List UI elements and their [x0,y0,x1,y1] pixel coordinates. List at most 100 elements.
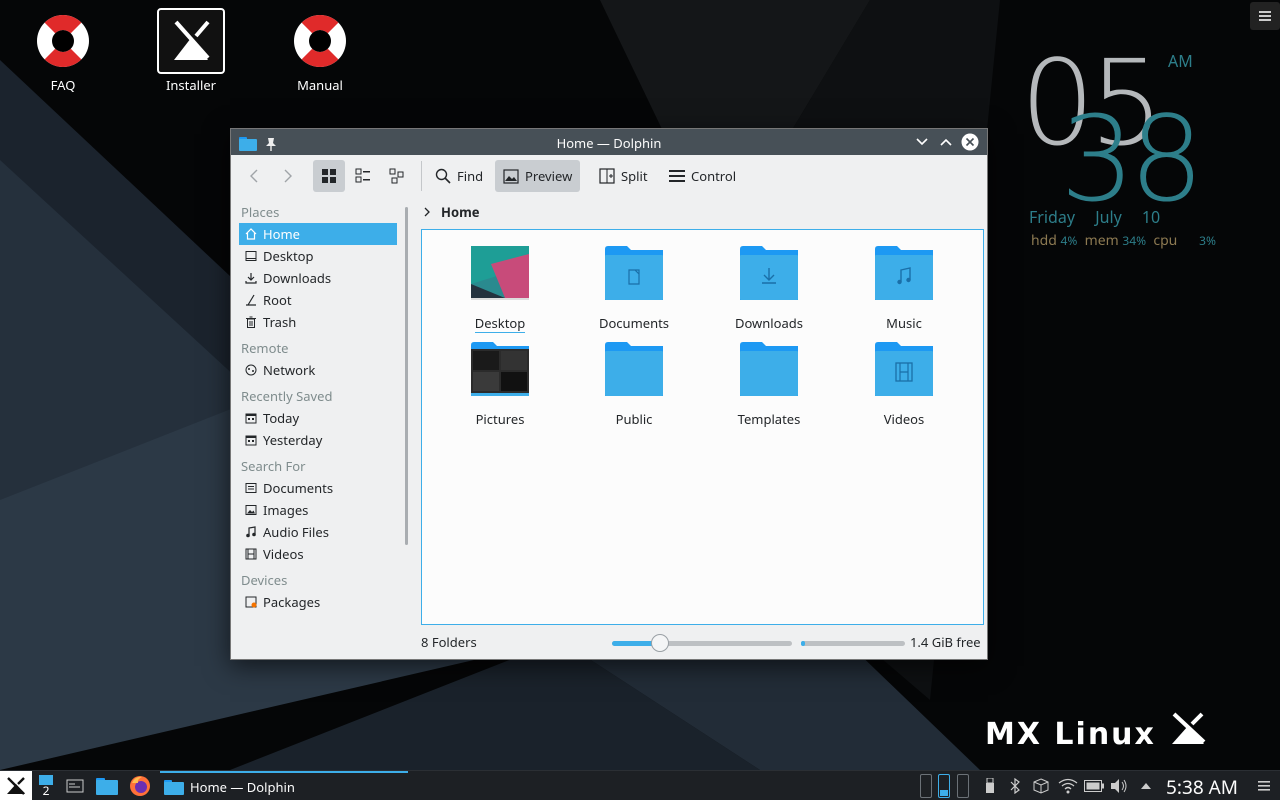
file-item-videos[interactable]: Videos [844,342,964,428]
window-list-icon [66,779,84,793]
mem-value: 34% [1122,232,1147,249]
mx-linux-logo: MX Linux [985,712,1208,752]
volume-tray[interactable] [1109,771,1129,800]
search-icon [435,168,451,184]
battery-tray[interactable] [1083,771,1105,800]
place-search-videos[interactable]: Videos [239,543,397,565]
file-item-pictures[interactable]: Pictures [440,342,560,428]
place-today[interactable]: Today [239,407,397,429]
usb-tray[interactable] [982,771,998,800]
folder-count: 8 Folders [421,633,477,651]
file-item-downloads[interactable]: Downloads [709,246,829,332]
section-recently-saved: Recently Saved [241,387,333,405]
file-name: Documents [598,314,670,332]
network-tray[interactable] [1057,771,1079,800]
split-button[interactable]: Split [591,160,656,192]
desktop-icon-label: Installer [165,76,217,94]
desktop-menu-button[interactable] [1250,2,1280,30]
breadcrumb[interactable]: Home [423,203,480,221]
bluetooth-tray[interactable] [1007,771,1023,800]
place-label: Videos [263,545,304,563]
place-label: Home [263,225,300,243]
places-scrollbar[interactable] [405,207,408,545]
place-packages[interactable]: Packages [239,591,397,613]
file-item-desktop[interactable]: Desktop [440,246,560,333]
file-item-documents[interactable]: Documents [574,246,694,332]
taskbar-clock[interactable]: 5:38 AM [1166,774,1238,800]
pager-desktop-1[interactable] [920,774,932,798]
place-label: Audio Files [263,523,329,541]
clock-date: Friday July 10 [1029,206,1160,228]
bluetooth-icon [1010,778,1020,794]
main-toolbar: Find Preview Split Control [231,155,987,197]
place-root[interactable]: Root [239,289,397,311]
breadcrumb-home[interactable]: Home [441,203,480,221]
folder-icon [164,780,184,795]
place-label: Documents [263,479,334,497]
desktop-icon-manual[interactable]: Manual [275,8,365,94]
panel-menu-button[interactable] [1254,771,1274,800]
start-menu-button[interactable] [0,771,32,800]
window-titlebar[interactable]: Home — Dolphin [231,129,987,155]
file-name: Templates [737,410,801,428]
free-space-bar[interactable] [801,641,905,646]
place-yesterday[interactable]: Yesterday [239,429,397,451]
preview-button[interactable]: Preview [495,160,581,192]
places-panel: Places Home Desktop Downloads Root Trash… [239,201,397,613]
zoom-slider-handle[interactable] [651,634,669,652]
file-manager-launcher[interactable] [94,771,120,800]
details-view-button[interactable] [381,160,413,192]
icons-view-button[interactable] [313,160,345,192]
chevron-up-icon [940,138,952,146]
window-list-launcher[interactable] [62,771,88,800]
desktop-icon-faq[interactable]: FAQ [18,8,108,94]
compact-view-icon [355,168,370,183]
place-downloads[interactable]: Downloads [239,267,397,289]
place-home[interactable]: Home [239,223,397,245]
network-icon [245,364,257,376]
file-item-public[interactable]: Public [574,342,694,428]
wifi-icon [1058,778,1078,794]
maximize-button[interactable] [937,133,955,151]
desktop-thumbnail [471,246,529,300]
section-devices: Devices [241,571,288,589]
firefox-launcher[interactable] [127,771,153,800]
place-network[interactable]: Network [239,359,397,381]
file-item-music[interactable]: Music [844,246,964,332]
close-button[interactable] [961,133,979,151]
minimize-button[interactable] [913,133,931,151]
place-label: Packages [263,593,321,611]
file-name: Downloads [734,314,804,332]
pager-desktop-2[interactable] [938,774,950,798]
folder-videos-icon [875,342,933,396]
desktop-icon-installer[interactable]: Installer [146,8,236,94]
system-monitor: hdd 4% mem 34% cpu 3% [1031,231,1216,250]
taskbar: 2 Home — Dolphin 5:38 AM [0,770,1280,800]
battery-icon [1084,780,1104,792]
tray-expand-button[interactable] [1137,771,1155,800]
forward-button[interactable] [275,160,301,192]
find-button[interactable]: Find [427,160,491,192]
file-item-templates[interactable]: Templates [709,342,829,428]
place-search-audio[interactable]: Audio Files [239,521,397,543]
pager-desktop-3[interactable] [957,774,969,798]
place-search-images[interactable]: Images [239,499,397,521]
hamburger-icon [1259,11,1271,21]
place-label: Downloads [263,269,332,287]
free-space-label: 1.4 GiB free [910,633,981,651]
task-dolphin[interactable]: Home — Dolphin [160,771,408,800]
compact-view-button[interactable] [347,160,379,192]
cpu-value: 3% [1199,232,1217,249]
document-icon [245,482,257,494]
mem-label: mem [1084,231,1119,250]
place-desktop[interactable]: Desktop [239,245,397,267]
control-menu-button[interactable]: Control [661,160,744,192]
updater-tray[interactable] [1032,771,1050,800]
place-search-documents[interactable]: Documents [239,477,397,499]
split-label: Split [621,167,648,185]
place-trash[interactable]: Trash [239,311,397,333]
back-button[interactable] [241,160,267,192]
workspace-switcher[interactable]: 2 [34,771,58,800]
file-name: Pictures [475,410,525,428]
file-view[interactable]: Desktop Documents Downloads Music Pictur… [421,229,984,625]
